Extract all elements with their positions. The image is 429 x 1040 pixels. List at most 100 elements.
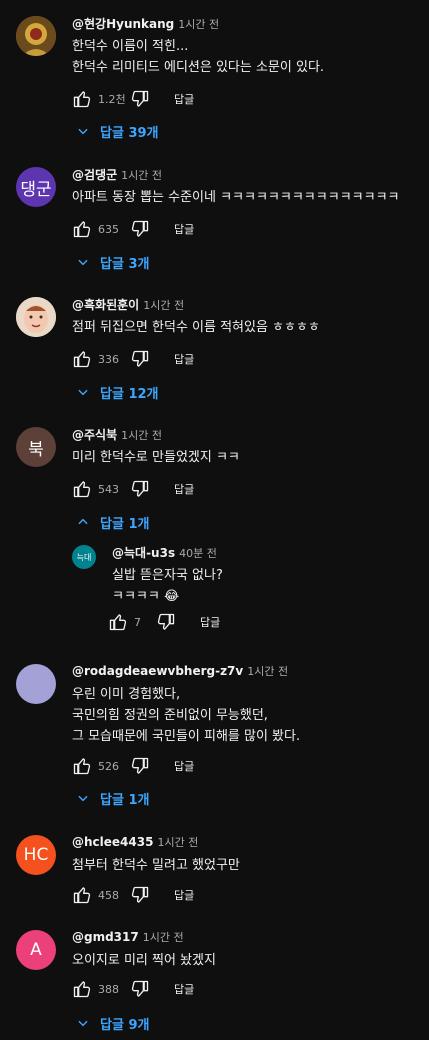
avatar-illustration-icon (16, 16, 56, 56)
dislike-button[interactable] (130, 885, 150, 905)
reply-button[interactable]: 답글 (174, 91, 194, 107)
thumbs-up-icon (73, 91, 91, 108)
reply-button[interactable]: 답글 (174, 758, 194, 774)
avatar[interactable] (16, 16, 56, 56)
comment-time[interactable]: 1시간 전 (121, 169, 162, 182)
comment-author[interactable]: @rodagdeaewvbherg-z7v (72, 664, 243, 678)
like-count: 388 (98, 982, 119, 996)
comment-actions: 458 답글 (72, 885, 194, 905)
replies-toggle[interactable]: 답글 3개 (76, 252, 149, 272)
thumbs-down-icon (131, 90, 149, 107)
replies-toggle-label: 답글 1개 (100, 792, 150, 808)
dislike-button[interactable] (130, 479, 150, 499)
like-button[interactable] (72, 349, 92, 369)
reply-button[interactable]: 답글 (174, 887, 194, 903)
thumbs-down-icon (131, 220, 149, 237)
replies-toggle-label: 답글 1개 (100, 516, 150, 532)
avatar[interactable]: 늑대 (72, 545, 96, 569)
avatar-initials: 북 (28, 439, 44, 460)
thumbs-down-icon (131, 350, 149, 367)
like-count: 458 (98, 888, 119, 902)
dislike-button[interactable] (130, 89, 150, 109)
dislike-button[interactable] (156, 612, 176, 632)
comment-author[interactable]: @늑대-u3s (112, 546, 175, 560)
thumbs-up-icon (109, 614, 127, 631)
thumbs-up-icon (73, 981, 91, 998)
replies-toggle[interactable]: 답글 1개 (76, 788, 149, 808)
comment-time[interactable]: 40분 전 (179, 547, 217, 560)
avatar[interactable]: 댕군 (16, 167, 56, 207)
replies-toggle[interactable]: 답글 1개 (76, 512, 149, 532)
thumbs-up-icon (73, 887, 91, 904)
comment-author[interactable]: @주식북 (72, 428, 117, 442)
avatar[interactable]: 북 (16, 427, 56, 467)
replies-toggle[interactable]: 답글 39개 (76, 121, 159, 141)
comment-text: 우린 이미 경험했다, 국민의힘 정권의 준비없이 무능했던, 그 모습때문에 … (72, 687, 301, 744)
replies-toggle[interactable]: 답글 9개 (76, 1013, 149, 1033)
dislike-button[interactable] (130, 349, 150, 369)
avatar-initials: HC (23, 845, 49, 865)
like-count: 7 (134, 615, 141, 629)
comment-author[interactable]: @현강Hyunkang (72, 17, 174, 31)
like-count: 526 (98, 759, 119, 773)
comment-time[interactable]: 1시간 전 (157, 836, 198, 849)
chevron-up-icon (78, 518, 88, 525)
comment-text: 실밥 뜯은자국 없나? ㅋㅋㅋㅋ 😂 (112, 568, 223, 604)
replies-toggle[interactable]: 답글 12개 (76, 382, 159, 402)
replies-toggle-label: 답글 9개 (100, 1017, 150, 1033)
dislike-button[interactable] (130, 756, 150, 776)
comment-author[interactable]: @검댕군 (72, 168, 117, 182)
replies-toggle-label: 답글 12개 (100, 386, 159, 402)
comment-text: 점퍼 뒤집으면 한덕수 이름 적혀있음 ㅎㅎㅎㅎ (72, 320, 320, 335)
avatar[interactable]: A (16, 930, 56, 970)
dislike-button[interactable] (130, 219, 150, 239)
comment-author[interactable]: @흑화된훈이 (72, 298, 139, 312)
avatar[interactable] (16, 297, 56, 337)
comment-text: 오이지로 미리 찍어 놨겠지 (72, 953, 216, 968)
avatar-initials: 댕군 (20, 179, 52, 200)
comment-actions: 635 답글 (72, 219, 194, 239)
comment-time[interactable]: 1시간 전 (178, 18, 219, 31)
comment-time[interactable]: 1시간 전 (247, 665, 288, 678)
like-button[interactable] (72, 979, 92, 999)
chevron-down-icon (78, 389, 88, 396)
reply-button[interactable]: 답글 (174, 221, 194, 237)
like-button[interactable] (72, 219, 92, 239)
comment-author[interactable]: @hclee4435 (72, 835, 153, 849)
replies-toggle-label: 답글 39개 (100, 125, 159, 141)
comment-text: 첨부터 한덕수 밀려고 했었구만 (72, 858, 240, 873)
like-button[interactable] (72, 89, 92, 109)
thumbs-down-icon (131, 886, 149, 903)
thumbs-up-icon (73, 758, 91, 775)
like-button[interactable] (72, 756, 92, 776)
comment-time[interactable]: 1시간 전 (143, 931, 184, 944)
chevron-down-icon (78, 259, 88, 266)
like-button[interactable] (108, 612, 128, 632)
avatar[interactable]: HC (16, 835, 56, 875)
comment-text: 아파트 동장 뽑는 수준이네 ㅋㅋㅋㅋㅋㅋㅋㅋㅋㅋㅋㅋㅋㅋㅋ (72, 190, 400, 205)
comment-time[interactable]: 1시간 전 (143, 299, 184, 312)
like-count: 336 (98, 352, 119, 366)
comment-actions: 336 답글 (72, 349, 194, 369)
avatar-initials: 늑대 (76, 552, 92, 562)
comment-actions: 526 답글 (72, 756, 194, 776)
comment-time[interactable]: 1시간 전 (121, 429, 162, 442)
thumbs-up-icon (73, 481, 91, 498)
comment-text: 미리 한덕수로 만들었겠지 ㅋㅋ (72, 450, 240, 465)
like-count: 635 (98, 222, 119, 236)
comment-text: 한덕수 이름이 적힌... 한덕수 리미티드 에디션은 있다는 소문이 있다. (72, 39, 325, 75)
comment-author[interactable]: @gmd317 (72, 930, 139, 944)
reply-button[interactable]: 답글 (200, 614, 220, 630)
avatar[interactable] (16, 664, 56, 704)
reply-button[interactable]: 답글 (174, 481, 194, 497)
replies-toggle-label: 답글 3개 (100, 256, 150, 272)
dislike-button[interactable] (130, 979, 150, 999)
reply-button[interactable]: 답글 (174, 351, 194, 367)
reply-button[interactable]: 답글 (174, 981, 194, 997)
like-button[interactable] (72, 885, 92, 905)
thumbs-down-icon (131, 480, 149, 497)
comment-actions: 1.2천 답글 (72, 89, 194, 109)
like-button[interactable] (72, 479, 92, 499)
chevron-down-icon (78, 795, 88, 802)
chevron-down-icon (78, 1020, 88, 1027)
